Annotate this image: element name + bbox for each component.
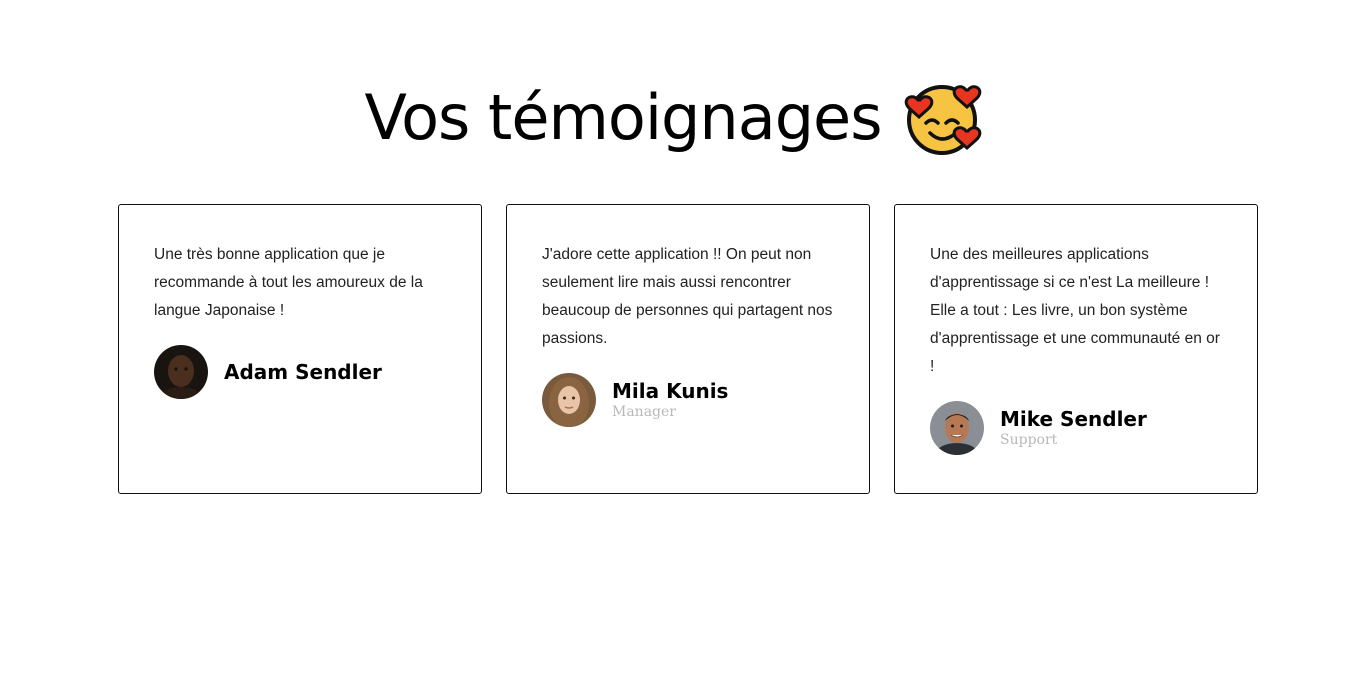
testimonial-author: Adam Sendler [154,345,447,399]
avatar [154,345,208,399]
testimonial-quote: Une très bonne application que je recomm… [154,246,423,319]
author-name: Adam Sendler [224,360,382,384]
author-text: Mike Sendler Support [1000,407,1147,449]
author-name: Mike Sendler [1000,407,1147,431]
testimonial-card: J'adore cette application !! On peut non… [506,204,870,494]
testimonial-author: Mike Sendler Support [930,401,1223,455]
testimonial-quote: Une des meilleures applications d'appren… [930,246,1220,375]
avatar [930,401,984,455]
page-title: Vos témoignages [364,81,883,154]
testimonial-quote: J'adore cette application !! On peut non… [542,246,833,347]
author-text: Adam Sendler [224,360,382,384]
smiling-face-with-hearts-icon [904,85,981,155]
testimonial-cards: Une très bonne application que je recomm… [118,204,1258,494]
author-text: Mila Kunis Manager [612,379,728,421]
author-role: Manager [612,404,676,420]
author-role: Support [1000,432,1058,448]
testimonial-card: Une des meilleures applications d'appren… [894,204,1258,494]
testimonial-author: Mila Kunis Manager [542,373,835,427]
avatar [542,373,596,427]
testimonials-page: Vos témoignages Une très bonne applicati… [0,0,1348,699]
testimonial-card: Une très bonne application que je recomm… [118,204,482,494]
title-row: Vos témoignages [0,78,1348,158]
author-name: Mila Kunis [612,379,729,403]
